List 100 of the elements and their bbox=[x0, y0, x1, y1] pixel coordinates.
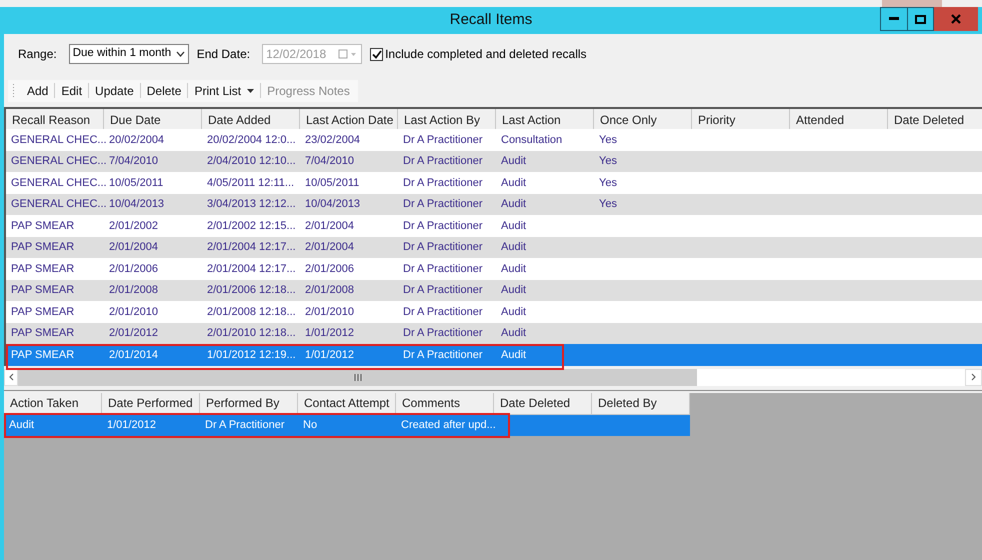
table-cell-text: GENERAL CHEC... bbox=[11, 176, 107, 190]
column-header[interactable]: Contact Attempt bbox=[298, 392, 396, 414]
minimize-button[interactable] bbox=[880, 7, 908, 31]
table-cell-text: PAP SMEAR bbox=[11, 348, 74, 362]
table-row[interactable]: PAP SMEAR 2/01/2006 2/01/2004 12:17... 2/01/2006 Dr A Practitioner Audit bbox=[6, 258, 982, 280]
toolbar-button[interactable]: Add bbox=[21, 80, 54, 102]
range-dropdown[interactable]: Due within 1 month bbox=[68, 44, 189, 64]
chevron-left-icon bbox=[8, 373, 14, 381]
table-cell-text: PAP SMEAR bbox=[11, 240, 74, 255]
column-header[interactable]: Performed By bbox=[200, 392, 298, 414]
table-row[interactable]: GENERAL CHEC... 7/04/2010 2/04/2010 12:10... 7/04/2010 Dr A Practitioner Audit Yes bbox=[6, 150, 982, 172]
include-label: Include completed and deleted recalls bbox=[385, 46, 587, 63]
scrollbar-thumb[interactable] bbox=[18, 368, 697, 386]
minimize-icon bbox=[889, 17, 899, 21]
table-cell-text: 2/01/2006 12:18... bbox=[207, 283, 296, 298]
table-cell-text: GENERAL CHEC... bbox=[11, 154, 107, 169]
column-header[interactable]: Comments bbox=[396, 392, 494, 414]
table-cell-text: PAP SMEAR bbox=[11, 304, 74, 320]
table-cell-text: Audit bbox=[501, 176, 526, 190]
chevron-right-icon bbox=[971, 373, 976, 381]
table-cell-text: Dr A Practitioner bbox=[403, 176, 482, 190]
table-cell-text: Dr A Practitioner bbox=[205, 418, 284, 433]
table-cell-text: Audit bbox=[9, 418, 34, 433]
table-cell-text: PAP SMEAR bbox=[11, 326, 74, 341]
table-cell-text: 2/01/2010 bbox=[109, 304, 158, 320]
table-cell-text: Dr A Practitioner bbox=[403, 304, 482, 320]
table-cell-text: Audit bbox=[501, 304, 526, 320]
table-cell-text: Consultation bbox=[501, 132, 562, 148]
table-cell-text: PAP SMEAR bbox=[11, 262, 74, 276]
print-list-dropdown[interactable]: Print List bbox=[188, 80, 260, 102]
table-cell-text: Audit bbox=[501, 326, 526, 341]
calendar-icon bbox=[338, 49, 358, 59]
scroll-right-button[interactable] bbox=[965, 368, 982, 386]
table-cell-text: Audit bbox=[501, 154, 526, 169]
table-cell-text: 2/01/2004 12:17... bbox=[207, 240, 296, 255]
table-cell-text: Dr A Practitioner bbox=[403, 132, 482, 148]
table-cell-text: 1/01/2012 12:19... bbox=[207, 348, 296, 362]
photo-placeholder bbox=[882, 0, 942, 7]
table-cell-text: 10/04/2013 bbox=[109, 197, 164, 212]
end-date-label: End Date: bbox=[196, 46, 250, 63]
table-cell-text: 1/01/2012 bbox=[305, 326, 354, 341]
table-cell-text: Dr A Practitioner bbox=[403, 154, 482, 169]
table-cell-text: 4/05/2011 12:11... bbox=[207, 176, 294, 190]
column-header[interactable]: Date Deleted bbox=[494, 392, 592, 414]
table-row[interactable]: PAP SMEAR 2/01/2002 2/01/2002 12:15... 2/01/2004 Dr A Practitioner Audit bbox=[6, 215, 982, 236]
chevron-down-icon bbox=[176, 51, 185, 57]
table-cell-text: 3/04/2013 12:12... bbox=[207, 197, 296, 212]
table-row[interactable]: Audit 1/01/2012 Dr A Practitioner No Created after upd... bbox=[4, 414, 690, 436]
table-cell-text: Dr A Practitioner bbox=[403, 283, 482, 298]
table-cell-text: 23/02/2004 bbox=[305, 132, 360, 148]
table-cell-text: PAP SMEAR bbox=[11, 283, 74, 298]
table-cell-text: 10/05/2011 bbox=[109, 176, 164, 190]
table-cell-text: 2/01/2004 12:17... bbox=[207, 262, 296, 276]
table-row[interactable]: PAP SMEAR 2/01/2010 2/01/2008 12:18... 2/01/2010 Dr A Practitioner Audit bbox=[6, 301, 982, 322]
table-cell-text: 20/02/2004 12:0... bbox=[207, 132, 296, 148]
table-cell-text: Dr A Practitioner bbox=[403, 218, 482, 234]
table-cell-text: 10/05/2011 bbox=[305, 176, 360, 190]
table-cell-text: Yes bbox=[599, 132, 617, 148]
table-row[interactable]: PAP SMEAR 2/01/2012 2/01/2010 12:18... 1/01/2012 Dr A Practitioner Audit bbox=[6, 322, 982, 344]
toolbar-button[interactable]: Update bbox=[89, 80, 140, 102]
table-row[interactable]: PAP SMEAR 2/01/2008 2/01/2006 12:18... 2/01/2008 Dr A Practitioner Audit bbox=[6, 280, 982, 301]
table-row[interactable]: GENERAL CHEC... 10/05/2011 4/05/2011 12:11... 10/05/2011 Dr A Practitioner Audit Yes bbox=[6, 172, 982, 194]
table-cell-text: 7/04/2010 bbox=[109, 154, 158, 169]
scroll-left-button[interactable] bbox=[4, 368, 18, 386]
table-cell-text: GENERAL CHEC... bbox=[11, 197, 107, 212]
toolbar-button[interactable]: Delete bbox=[140, 80, 188, 102]
column-header[interactable]: Action Taken bbox=[4, 392, 102, 414]
table-cell-text: Yes bbox=[599, 176, 617, 190]
table-cell-text: Dr A Practitioner bbox=[403, 348, 482, 362]
table-cell-text: Created after upd... bbox=[401, 418, 496, 433]
column-header[interactable]: Date Performed bbox=[102, 392, 200, 414]
table-cell-text: 2/01/2012 bbox=[109, 326, 158, 341]
table-row[interactable]: PAP SMEAR 2/01/2004 2/01/2004 12:17... 2/01/2004 Dr A Practitioner Audit bbox=[6, 236, 982, 258]
table-cell-text: Yes bbox=[599, 154, 617, 169]
table-cell-text: 2/01/2006 bbox=[305, 262, 354, 276]
maximize-icon bbox=[915, 14, 926, 24]
table-cell-text: Dr A Practitioner bbox=[403, 262, 482, 276]
table-row[interactable]: GENERAL CHEC... 20/02/2004 20/02/2004 12:0... 23/02/2004 Dr A Practitioner Consultation Yes bbox=[6, 129, 982, 150]
close-button[interactable] bbox=[934, 7, 978, 31]
table-cell-text: 1/01/2012 bbox=[107, 418, 156, 433]
table-cell-text: 1/01/2012 bbox=[305, 348, 354, 362]
column-header[interactable]: Deleted By bbox=[592, 392, 690, 414]
table-cell-text: 10/04/2013 bbox=[305, 197, 360, 212]
table-row[interactable]: PAP SMEAR 2/01/2014 1/01/2012 12:19... 1/01/2012 Dr A Practitioner Audit bbox=[6, 344, 982, 366]
table-cell-text: Audit bbox=[501, 218, 526, 234]
checkmark-icon bbox=[372, 50, 382, 58]
caret-down-icon bbox=[247, 88, 254, 92]
table-cell-text: GENERAL CHEC... bbox=[11, 132, 107, 148]
table-cell-text: 2/01/2006 bbox=[109, 262, 158, 276]
toolbar-button[interactable]: Edit bbox=[55, 80, 88, 102]
table-cell-text: Yes bbox=[599, 197, 617, 212]
grip-icon bbox=[354, 374, 362, 380]
include-checkbox[interactable] bbox=[370, 48, 384, 60]
window-title: Recall Items bbox=[450, 10, 532, 30]
table-row[interactable]: GENERAL CHEC... 10/04/2013 3/04/2013 12:12... 10/04/2013 Dr A Practitioner Audit Yes bbox=[6, 194, 982, 215]
range-label: Range: bbox=[18, 46, 57, 63]
table-cell-text: Audit bbox=[501, 348, 526, 362]
table-cell-text: 2/01/2002 bbox=[109, 218, 158, 234]
table-cell-text: 2/01/2010 12:18... bbox=[207, 326, 296, 341]
table-cell-text: 2/01/2008 12:18... bbox=[207, 304, 296, 320]
